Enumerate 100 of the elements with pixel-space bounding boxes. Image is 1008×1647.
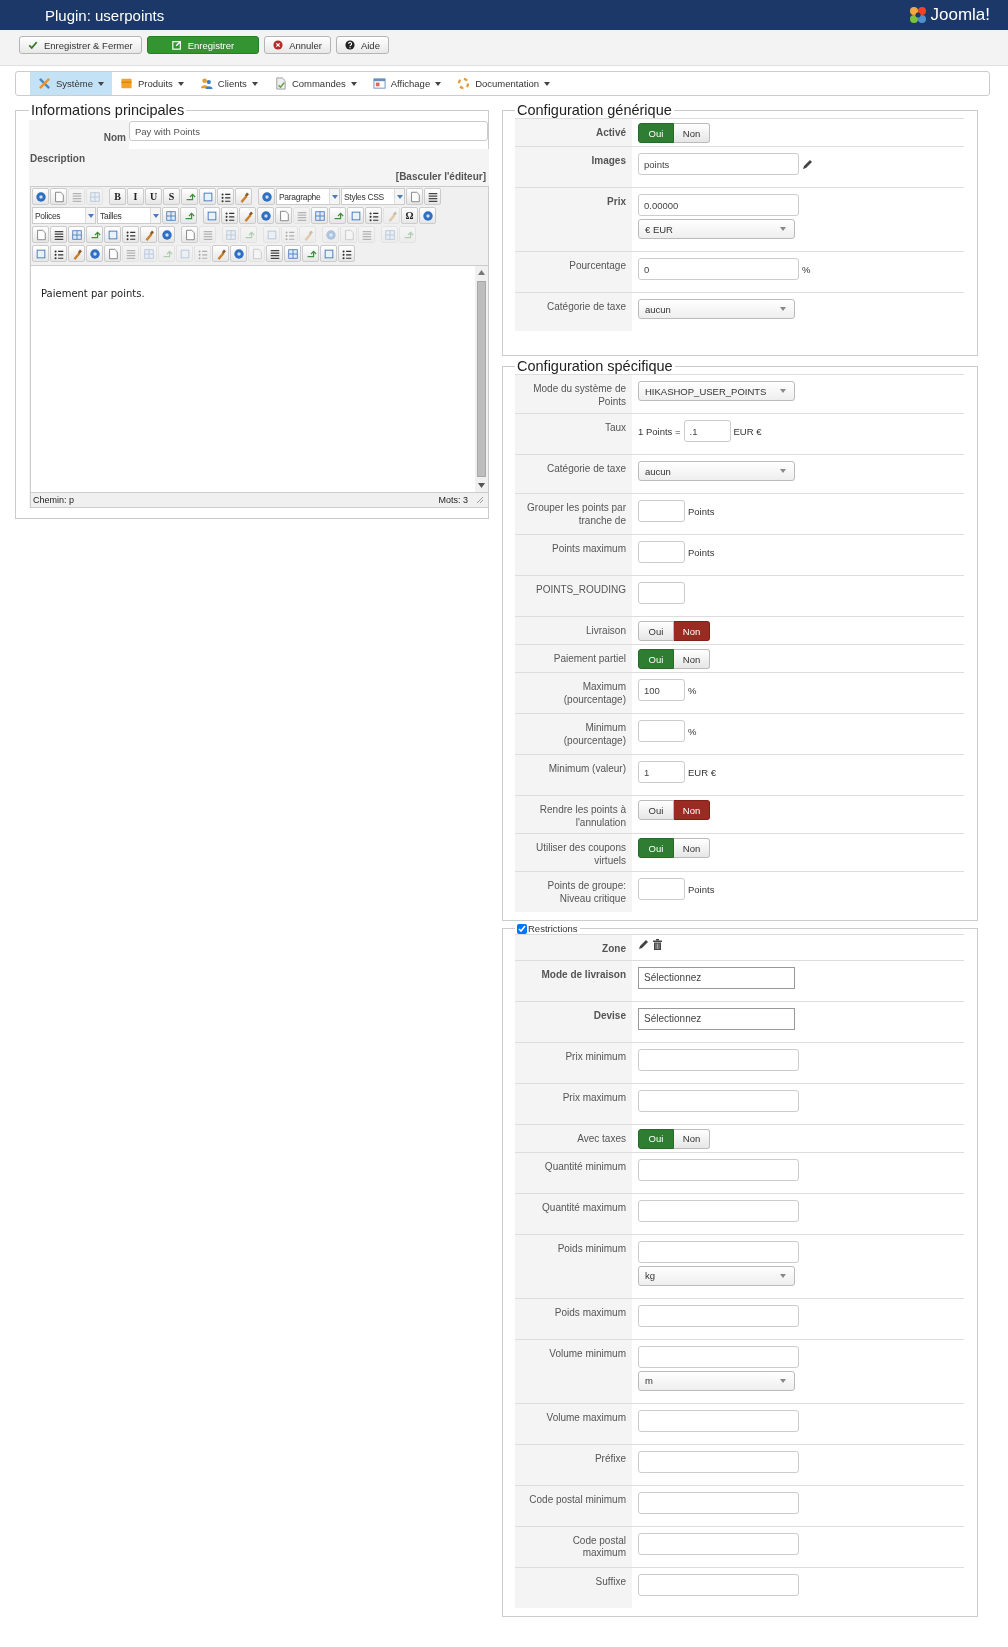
text-field[interactable]: [638, 1089, 799, 1112]
editor-tool-button[interactable]: S: [163, 188, 180, 205]
editor-tool-button[interactable]: I: [127, 188, 144, 205]
toolbar-button[interactable]: Enregistrer & Fermer: [19, 36, 142, 54]
trash-icon[interactable]: [652, 939, 663, 950]
toggle-option[interactable]: Oui: [638, 649, 674, 669]
menu-item[interactable]: Documentation: [449, 72, 559, 95]
toggle-option[interactable]: Non: [674, 649, 710, 669]
toolbar-button[interactable]: Aide: [335, 36, 389, 54]
toggle-option[interactable]: Non: [674, 838, 710, 858]
text-field[interactable]: [638, 500, 685, 522]
document-icon: [183, 228, 196, 241]
editor-tool-button[interactable]: [50, 226, 67, 243]
toggle-option[interactable]: Oui: [638, 1128, 674, 1149]
menu-item[interactable]: Système: [30, 72, 112, 95]
text-field[interactable]: 1: [638, 761, 685, 783]
text-field[interactable]: Pay with Points: [129, 121, 488, 141]
up-arrow-icon[interactable]: [478, 270, 485, 275]
text-field[interactable]: [638, 1199, 799, 1222]
toggle-option[interactable]: Oui: [638, 123, 674, 143]
text-field[interactable]: [638, 1048, 799, 1071]
help-icon: [344, 40, 355, 50]
editor-tool-button[interactable]: Ω: [401, 207, 418, 224]
caret-icon: [780, 389, 786, 393]
dropdown[interactable]: aucun: [638, 461, 795, 481]
circle-icon: [259, 209, 272, 222]
document-icon: [273, 77, 287, 90]
list-icon: [52, 247, 65, 260]
down-arrow-icon[interactable]: [478, 483, 485, 488]
dropdown[interactable]: Styles CSS: [341, 188, 405, 205]
text-field[interactable]: [638, 541, 685, 563]
editor-tool-button[interactable]: [217, 188, 234, 205]
toggle-option[interactable]: Non: [674, 800, 710, 820]
text-field[interactable]: [638, 878, 685, 900]
editor-tool-button[interactable]: [50, 245, 67, 262]
text-field[interactable]: Sélectionnez: [638, 966, 795, 989]
square-icon: [349, 209, 362, 222]
text-field[interactable]: [638, 1409, 799, 1432]
field-label: Pourcentage: [515, 252, 632, 292]
caret-icon: [780, 1273, 786, 1278]
text-field[interactable]: 0: [638, 258, 799, 280]
text-field[interactable]: [638, 1450, 799, 1473]
field-label: Livraison: [515, 617, 632, 644]
editor-tool-button[interactable]: [221, 207, 238, 224]
caret-icon: [331, 194, 338, 199]
dropdown[interactable]: HIKASHOP_USER_POINTS: [638, 381, 795, 401]
text-field[interactable]: [638, 1532, 799, 1555]
scrollbar[interactable]: [475, 266, 488, 492]
toolbar-button[interactable]: Annuler: [264, 36, 331, 54]
toggle-option[interactable]: Oui: [638, 800, 674, 820]
editor-tool-button[interactable]: [424, 188, 441, 205]
text-field[interactable]: [638, 1240, 799, 1263]
toggle-option[interactable]: Non: [674, 1128, 710, 1149]
lines-icon: [426, 190, 439, 203]
dropdown[interactable]: € EUR: [638, 219, 795, 239]
text-field[interactable]: .1: [683, 420, 731, 442]
text-field[interactable]: Sélectionnez: [638, 1007, 795, 1030]
editor-tool-button[interactable]: B: [109, 188, 126, 205]
toggle-option[interactable]: Oui: [638, 838, 674, 858]
dropdown[interactable]: kg: [638, 1265, 795, 1286]
editor-tool-button[interactable]: [338, 245, 355, 262]
text-field[interactable]: [638, 1573, 799, 1596]
toolbar-button[interactable]: Enregistrer: [146, 36, 260, 54]
dropdown[interactable]: Paragraphe: [276, 188, 340, 205]
toggle-option[interactable]: Non: [674, 621, 710, 641]
resize-grip-icon[interactable]: [476, 496, 484, 504]
dropdown[interactable]: Tailles: [97, 207, 161, 224]
pencil-icon[interactable]: [802, 158, 813, 170]
field-label: Points maximum: [515, 535, 632, 575]
field-label: Taux: [515, 414, 632, 454]
dropdown[interactable]: m: [638, 1370, 795, 1391]
text-field[interactable]: 100: [638, 679, 685, 701]
toggle-option[interactable]: Non: [674, 123, 710, 143]
text-field[interactable]: [638, 720, 685, 742]
document-icon: [277, 209, 290, 222]
dropdown[interactable]: aucun: [638, 299, 795, 319]
editor-tool-button[interactable]: [122, 226, 139, 243]
editor-tool-button[interactable]: [365, 207, 382, 224]
editor-tool-button[interactable]: [266, 245, 283, 262]
text-field[interactable]: [638, 1158, 799, 1181]
field-label: Utiliser des coupons virtuels: [515, 834, 632, 871]
field-label: Code postal maximum: [515, 1526, 632, 1567]
text-field[interactable]: [638, 1304, 799, 1327]
toggle-option[interactable]: Oui: [638, 621, 674, 641]
dropdown[interactable]: Polices: [32, 207, 96, 224]
toggle-editor-link[interactable]: [Basculer l'éditeur]: [395, 171, 486, 182]
menu-item[interactable]: Affichage: [364, 72, 450, 95]
checkbox[interactable]: [517, 923, 527, 934]
text-field[interactable]: [638, 1491, 799, 1514]
unit-label: Points: [688, 546, 715, 558]
text-field[interactable]: [638, 1345, 799, 1368]
unit-label: EUR €: [733, 425, 762, 437]
text-field[interactable]: 0.00000: [638, 194, 799, 216]
menu-item[interactable]: Commandes: [265, 72, 365, 95]
menu-item[interactable]: Produits: [111, 72, 192, 95]
menu-item[interactable]: Clients: [191, 72, 266, 95]
text-field[interactable]: points: [638, 153, 799, 175]
editor-tool-button[interactable]: U: [145, 188, 162, 205]
pencil-icon[interactable]: [638, 939, 649, 950]
text-field[interactable]: [638, 582, 685, 604]
